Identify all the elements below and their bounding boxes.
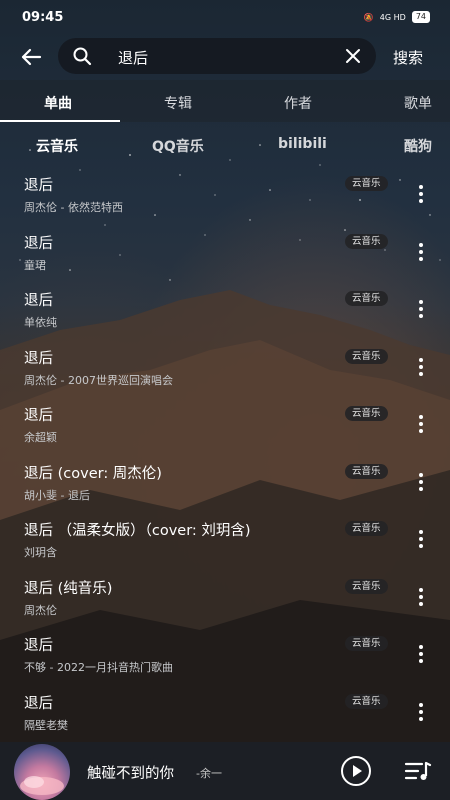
song-item[interactable]: 退后 (纯音乐) 周杰伦 云音乐 — [0, 569, 450, 627]
song-title: 退后 — [24, 235, 53, 252]
more-options-icon[interactable] — [413, 644, 429, 664]
category-tabs: 单曲 专辑 作者 歌单 — [0, 80, 450, 122]
source-tabs: 云音乐 QQ音乐 bilibili 酷狗 — [0, 122, 450, 166]
status-bar: 09:45 🔕 4G HD 74 — [0, 0, 450, 34]
song-title: 退后 — [24, 350, 53, 367]
tab-albums[interactable]: 专辑 — [164, 93, 192, 113]
more-options-icon[interactable] — [413, 357, 429, 377]
source-badge: 云音乐 — [345, 406, 388, 421]
song-title: 退后 (纯音乐) — [24, 580, 113, 597]
song-item[interactable]: 退后 余超颖 云音乐 — [0, 396, 450, 454]
album-cover[interactable] — [14, 744, 70, 800]
more-options-icon[interactable] — [413, 184, 429, 204]
song-title: 退后 (cover: 周杰伦) — [24, 465, 162, 482]
more-options-icon[interactable] — [413, 472, 429, 492]
source-bilibili[interactable]: bilibili — [278, 136, 327, 152]
song-subtitle: 周杰伦 — [24, 603, 57, 617]
more-options-icon[interactable] — [413, 242, 429, 262]
source-kugou[interactable]: 酷狗 — [404, 136, 432, 156]
song-subtitle: 单依纯 — [24, 316, 57, 329]
more-options-icon[interactable] — [413, 299, 429, 319]
search-box[interactable]: 退后 — [58, 38, 376, 74]
source-qq-music[interactable]: QQ音乐 — [152, 136, 204, 156]
play-icon[interactable] — [340, 755, 372, 787]
song-item[interactable]: 退后 （温柔女版）（cover: 刘玥含) 刘玥含 云音乐 — [0, 511, 450, 569]
song-title: 退后 （温柔女版）（cover: 刘玥含) — [24, 523, 251, 539]
song-title: 退后 — [24, 293, 53, 309]
source-badge: 云音乐 — [345, 693, 388, 709]
song-subtitle: 不够 - 2022一月抖音热门歌曲 — [24, 661, 173, 674]
playlist-icon[interactable] — [404, 760, 432, 782]
tab-playlists[interactable]: 歌单 — [404, 93, 432, 113]
tab-authors[interactable]: 作者 — [284, 93, 312, 113]
now-playing-title: 触碰不到的你 — [87, 766, 174, 782]
clear-icon[interactable] — [344, 47, 362, 65]
mute-icon: 🔕 — [363, 12, 374, 22]
network-label: 4G HD — [379, 12, 406, 22]
album-cover-art — [20, 776, 64, 795]
song-item[interactable]: 退后 周杰伦 - 2007世界巡回演唱会 云音乐 — [0, 339, 450, 397]
song-title: 退后 — [24, 695, 53, 712]
source-badge: 云音乐 — [345, 463, 388, 479]
song-item[interactable]: 退后 不够 - 2022一月抖音热门歌曲 云音乐 — [0, 626, 450, 684]
source-badge: 云音乐 — [345, 291, 388, 306]
more-options-icon[interactable] — [413, 587, 429, 607]
tab-singles[interactable]: 单曲 — [44, 93, 72, 113]
battery-icon: 74 — [411, 11, 430, 23]
song-subtitle: 周杰伦 - 2007世界巡回演唱会 — [24, 373, 173, 387]
search-icon — [73, 47, 92, 66]
search-button[interactable]: 搜索 — [393, 47, 423, 68]
song-subtitle: 童珺 — [24, 258, 46, 272]
song-item[interactable]: 退后 单依纯 云音乐 — [0, 281, 450, 339]
song-subtitle: 胡小斐 - 退后 — [24, 488, 90, 502]
song-subtitle: 余超颖 — [24, 431, 57, 444]
source-netease[interactable]: 云音乐 — [36, 136, 78, 156]
now-playing-bar[interactable]: 触碰不到的你 -余一 — [0, 742, 450, 800]
more-options-icon[interactable] — [413, 529, 429, 549]
status-icons: 🔕 4G HD 74 — [364, 11, 430, 23]
song-item[interactable]: 退后 隔壁老樊 云音乐 — [0, 684, 450, 742]
more-options-icon[interactable] — [413, 414, 429, 434]
song-subtitle: 周杰伦 - 依然范特西 — [24, 201, 123, 214]
more-options-icon[interactable] — [413, 702, 429, 722]
song-title: 退后 — [24, 408, 53, 424]
song-subtitle: 隔壁老樊 — [24, 718, 68, 732]
source-badge: 云音乐 — [345, 578, 388, 594]
song-item[interactable]: 退后 (cover: 周杰伦) 胡小斐 - 退后 云音乐 — [0, 454, 450, 512]
source-badge: 云音乐 — [345, 176, 388, 191]
song-item[interactable]: 退后 周杰伦 - 依然范特西 云音乐 — [0, 166, 450, 224]
song-subtitle: 刘玥含 — [24, 546, 57, 559]
song-title: 退后 — [24, 178, 53, 194]
status-time: 09:45 — [22, 10, 64, 25]
source-badge: 云音乐 — [345, 636, 388, 651]
source-badge: 云音乐 — [345, 348, 388, 364]
now-playing-artist: -余一 — [196, 767, 222, 780]
source-badge: 云音乐 — [345, 521, 388, 536]
source-badge: 云音乐 — [345, 233, 388, 249]
song-title: 退后 — [24, 638, 53, 654]
song-item[interactable]: 退后 童珺 云音乐 — [0, 224, 450, 282]
search-input[interactable]: 退后 — [118, 47, 148, 68]
back-arrow-icon[interactable] — [18, 44, 44, 70]
search-header: 退后 搜索 — [0, 34, 450, 80]
